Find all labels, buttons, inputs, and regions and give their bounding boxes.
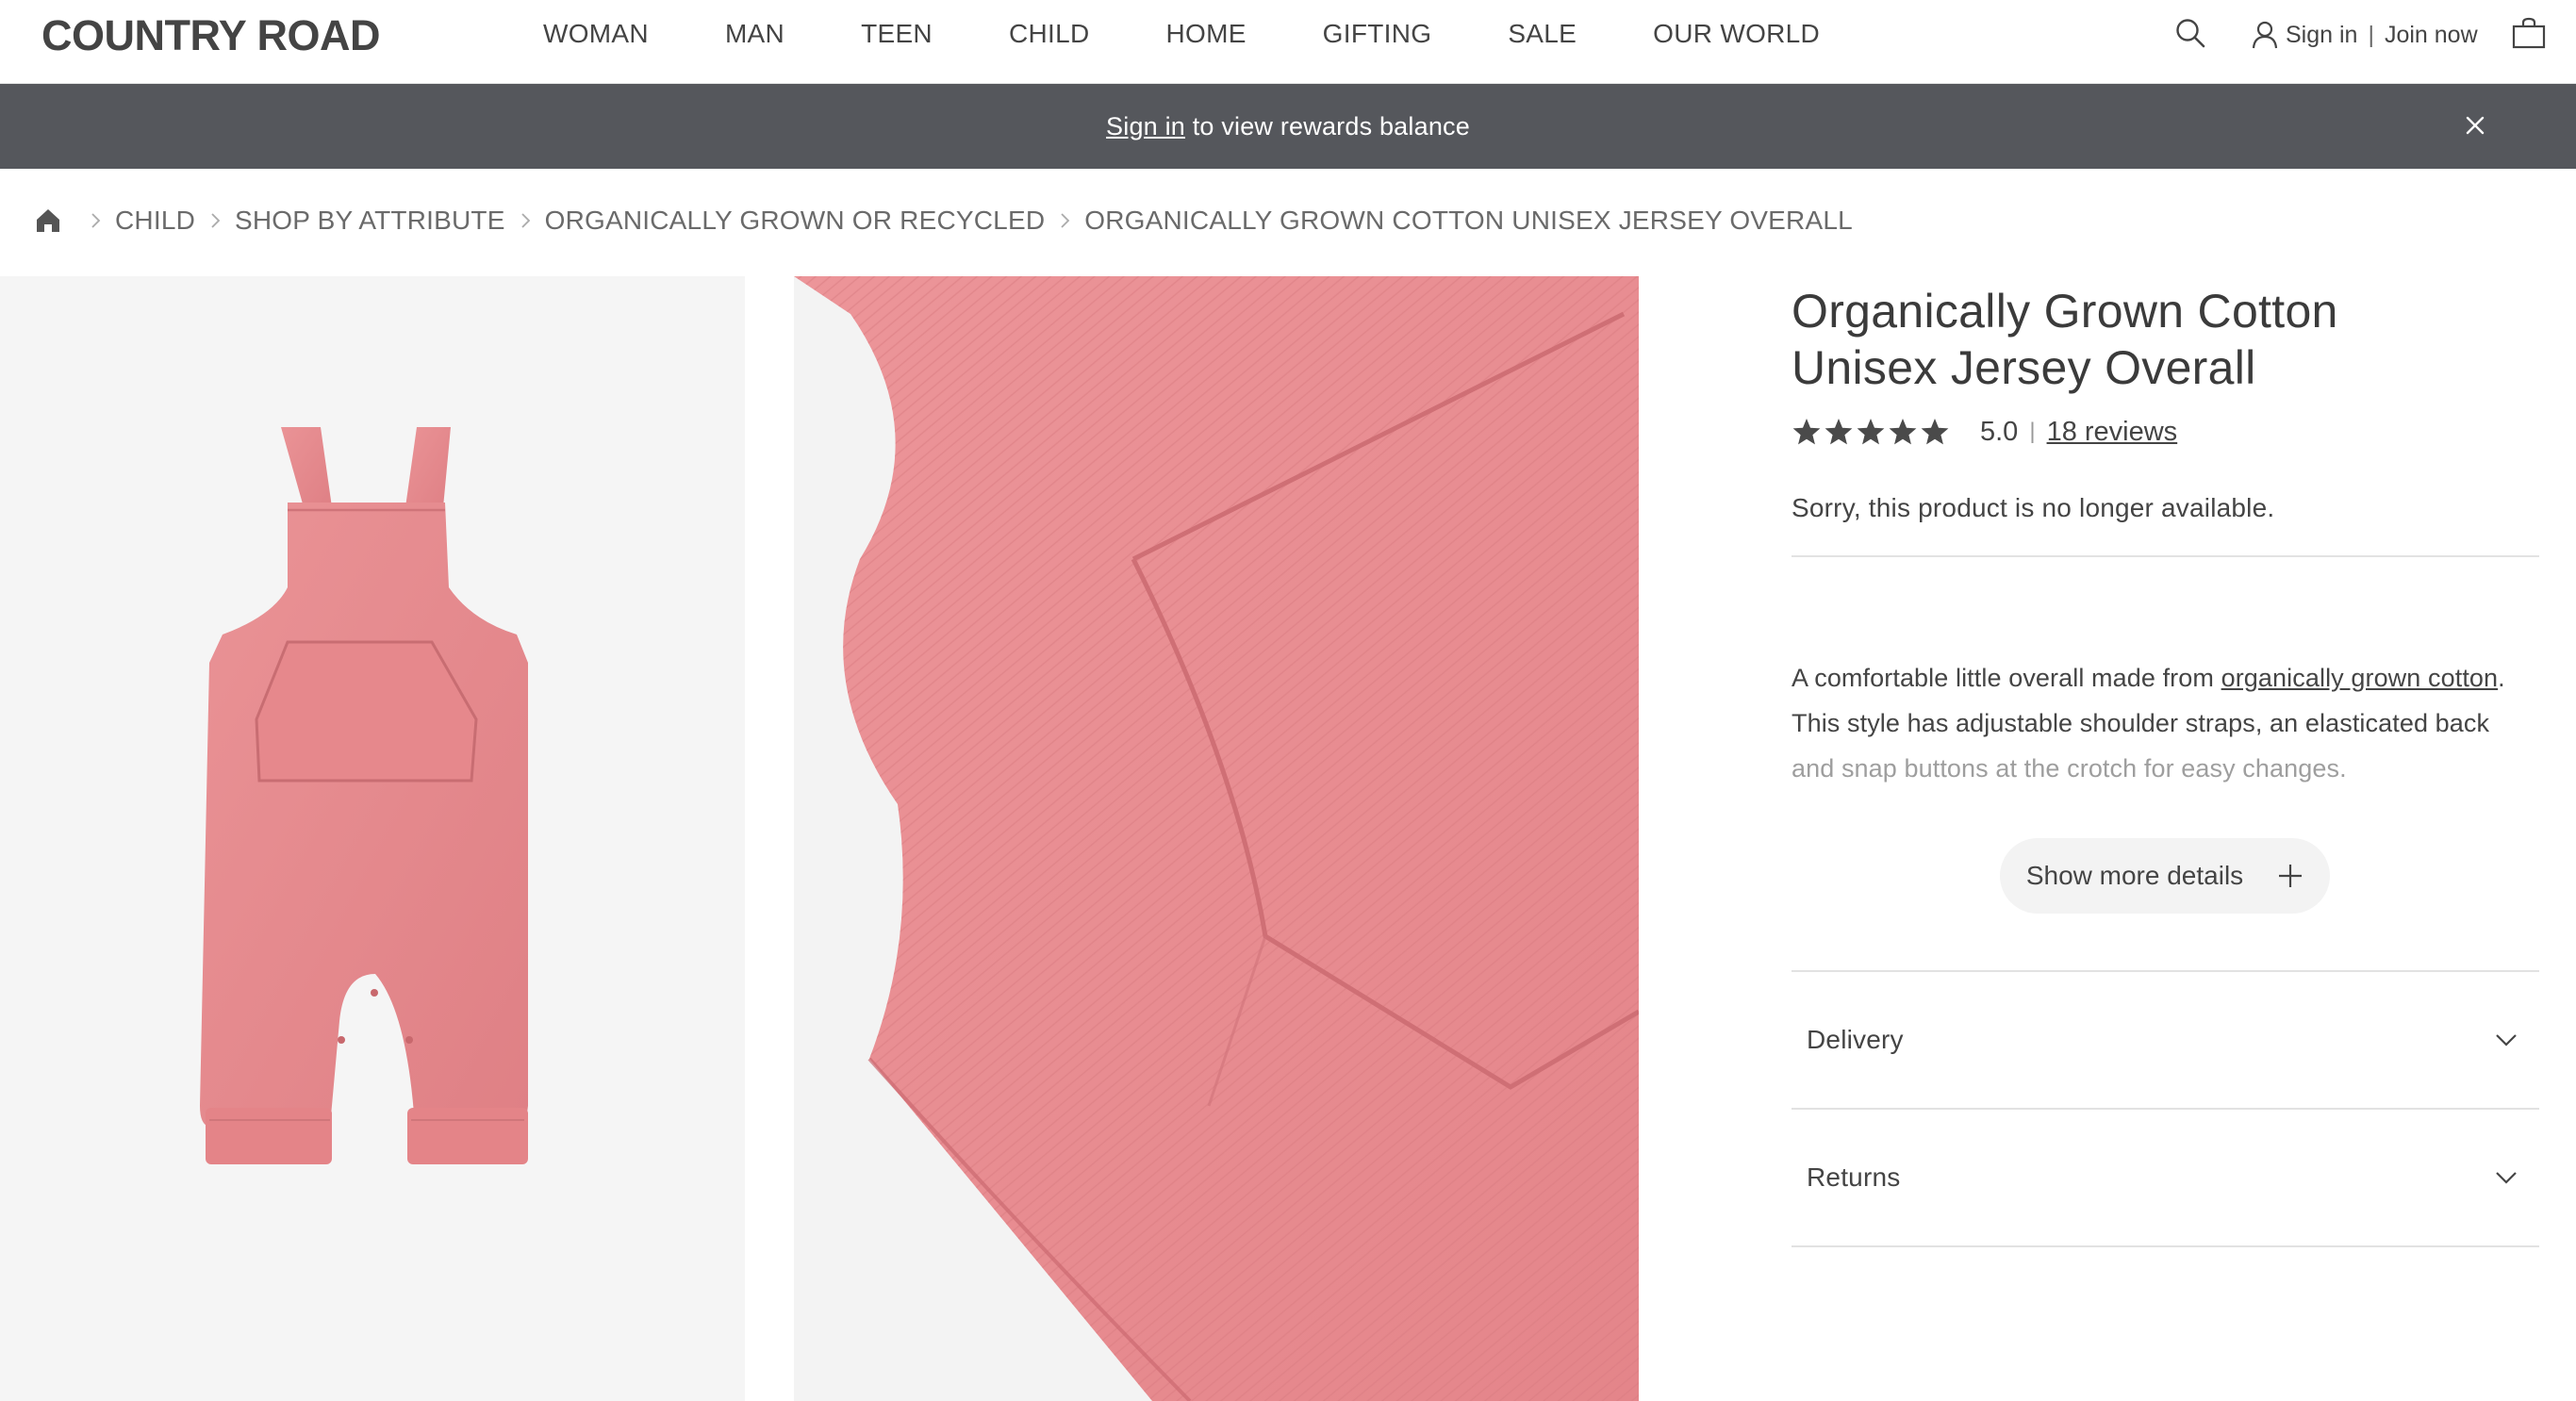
product-image-main[interactable] xyxy=(0,276,745,1401)
breadcrumb-item-organically-grown[interactable]: ORGANICALLY GROWN OR RECYCLED xyxy=(545,206,1046,236)
product-image-detail[interactable] xyxy=(794,276,1639,1401)
show-more-label: Show more details xyxy=(2025,861,2244,890)
banner-sign-in-link[interactable]: Sign in xyxy=(1106,112,1185,140)
product-rating: 5.0 | 18 reviews xyxy=(1792,413,2539,451)
bag-icon[interactable] xyxy=(2512,17,2546,49)
breadcrumb-item-shop-by-attribute[interactable]: SHOP BY ATTRIBUTE xyxy=(235,206,505,236)
info-accordion: Delivery Returns xyxy=(1792,970,2539,1247)
banner-message: Sign in to view rewards balance xyxy=(0,112,2576,141)
chevron-down-icon xyxy=(2496,1172,2517,1184)
account-separator: | xyxy=(2368,21,2374,48)
chevron-right-icon xyxy=(91,213,101,228)
nav-item-gifting[interactable]: GIFTING xyxy=(1323,19,1432,49)
chevron-down-icon xyxy=(2496,1034,2517,1047)
nav-item-man[interactable]: MAN xyxy=(725,19,784,49)
nav-item-teen[interactable]: TEEN xyxy=(861,19,933,49)
banner-text: to view rewards balance xyxy=(1185,112,1470,140)
search-icon[interactable] xyxy=(2174,17,2206,49)
star-icon xyxy=(1857,419,1885,445)
chevron-right-icon xyxy=(520,213,530,228)
join-now-link[interactable]: Join now xyxy=(2385,22,2478,49)
rating-value: 5.0 xyxy=(1980,416,2019,447)
site-header: COUNTRY ROAD WOMAN MAN TEEN CHILD HOME G… xyxy=(0,0,2576,84)
organic-cotton-link[interactable]: organically grown cotton xyxy=(2221,664,2499,692)
nav-item-our-world[interactable]: OUR WORLD xyxy=(1653,19,1820,49)
description-text: A comfortable little overall made from xyxy=(1792,664,2221,692)
unavailable-message: Sorry, this product is no longer availab… xyxy=(1792,493,2539,557)
overall-illustration xyxy=(200,427,528,1164)
breadcrumb-item-current: ORGANICALLY GROWN COTTON UNISEX JERSEY O… xyxy=(1084,206,1853,235)
nav-item-home[interactable]: HOME xyxy=(1165,19,1246,49)
star-icon xyxy=(1792,419,1821,445)
product-description: A comfortable little overall made from o… xyxy=(1792,655,2539,791)
rating-stars xyxy=(1792,417,1950,447)
close-icon[interactable] xyxy=(2461,111,2489,140)
star-icon xyxy=(1921,419,1949,445)
nav-item-child[interactable]: CHILD xyxy=(1009,19,1090,49)
accordion-delivery[interactable]: Delivery xyxy=(1792,972,2539,1110)
nav-item-woman[interactable]: WOMAN xyxy=(543,19,649,49)
rating-separator: | xyxy=(2029,419,2036,444)
breadcrumb: CHILD SHOP BY ATTRIBUTE ORGANICALLY GROW… xyxy=(34,206,1853,236)
user-icon[interactable] xyxy=(2252,21,2278,49)
accordion-returns[interactable]: Returns xyxy=(1792,1110,2539,1247)
reviews-link[interactable]: 18 reviews xyxy=(2047,417,2178,448)
overall-closeup-illustration xyxy=(794,276,1639,1401)
rewards-banner: Sign in to view rewards balance xyxy=(0,84,2576,169)
description-text-faded: and snap buttons at the crotch for easy … xyxy=(1792,754,2347,783)
product-title: Organically Grown Cotton Unisex Jersey O… xyxy=(1792,285,2338,394)
accordion-returns-label: Returns xyxy=(1807,1162,1901,1192)
show-more-details-button[interactable]: Show more details xyxy=(2000,838,2330,914)
sign-in-link[interactable]: Sign in xyxy=(2286,22,2357,49)
plus-icon xyxy=(2279,865,2303,887)
chevron-right-icon xyxy=(211,213,221,228)
brand-logo[interactable]: COUNTRY ROAD xyxy=(41,11,381,60)
home-icon[interactable] xyxy=(34,206,62,235)
chevron-right-icon xyxy=(1061,213,1070,228)
accordion-delivery-label: Delivery xyxy=(1807,1025,1904,1054)
main-nav: WOMAN MAN TEEN CHILD HOME GIFTING SALE O… xyxy=(543,19,1896,49)
nav-item-sale[interactable]: SALE xyxy=(1508,19,1577,49)
product-panel: Organically Grown Cotton Unisex Jersey O… xyxy=(1792,283,2539,1247)
breadcrumb-item-child[interactable]: CHILD xyxy=(115,206,195,236)
star-icon xyxy=(1825,419,1853,445)
account-links: Sign in | Join now xyxy=(2252,21,2478,49)
star-icon xyxy=(1889,419,1917,445)
